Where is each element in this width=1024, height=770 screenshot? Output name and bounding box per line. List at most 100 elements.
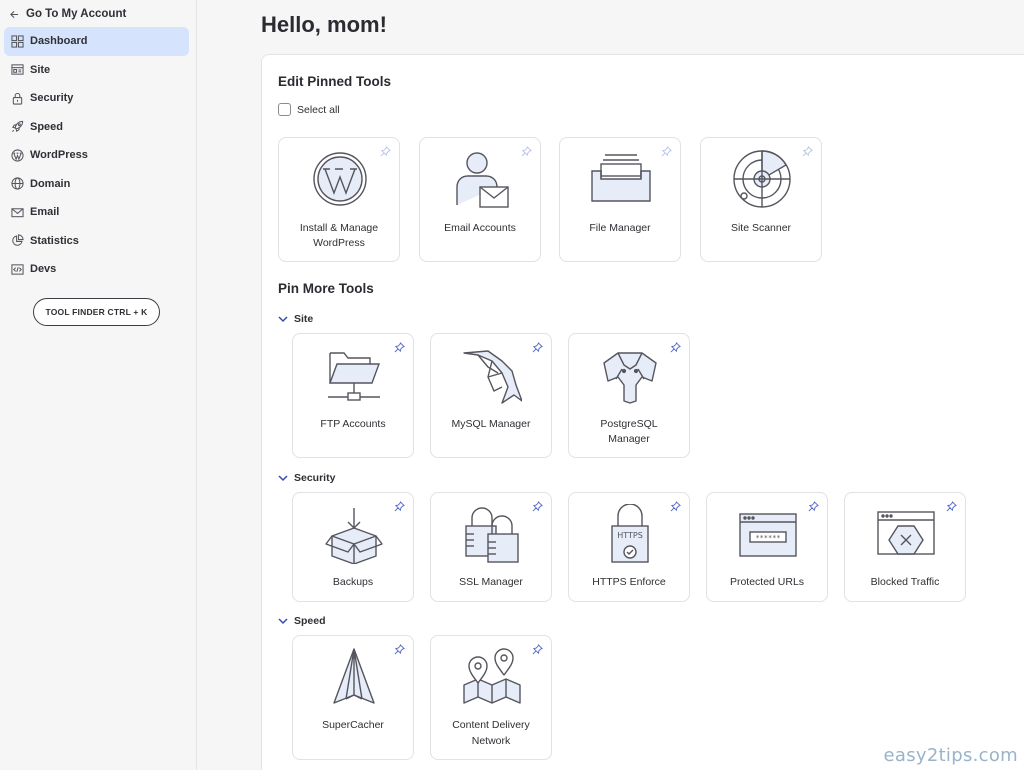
select-all-checkbox[interactable]: Select all <box>278 103 340 116</box>
blocked-window-icon <box>877 511 935 555</box>
tool-label: Network <box>471 735 511 747</box>
tool-card-https-enforce[interactable]: HTTPS HTTPS Enforce <box>568 492 690 602</box>
email-accounts-icon <box>456 152 509 208</box>
sidebar-item-site[interactable]: Site <box>4 56 189 85</box>
tool-card-site-scanner[interactable]: Site Scanner <box>700 137 822 262</box>
tool-card-ssl-manager[interactable]: SSL Manager <box>430 492 552 602</box>
pin-icon[interactable] <box>521 146 532 157</box>
go-to-account-label: Go To My Account <box>26 8 127 20</box>
rocket-icon <box>12 121 24 133</box>
pinned-tools-title: Edit Pinned Tools <box>278 74 391 89</box>
sidebar: Go To My Account Dashboard Site Security… <box>0 0 197 770</box>
padlocks-icon <box>465 507 519 563</box>
sidebar-item-label: WordPress <box>30 149 88 162</box>
chevron-down-icon <box>278 315 288 322</box>
globe-icon <box>11 177 24 190</box>
tool-label: Manager <box>608 433 650 445</box>
sidebar-item-wordpress[interactable]: WordPress <box>4 141 189 170</box>
pin-icon[interactable] <box>670 501 681 512</box>
sidebar-item-email[interactable]: Email <box>4 198 189 227</box>
tool-card-install-wordpress[interactable]: Install & Manage WordPress <box>278 137 400 262</box>
sidebar-item-devs[interactable]: Devs <box>4 255 189 284</box>
pin-more-tools-title: Pin More Tools <box>278 281 374 296</box>
checkbox[interactable] <box>278 103 291 116</box>
chevron-down-icon <box>278 617 288 624</box>
pin-icon[interactable] <box>946 501 957 512</box>
group-toggle-security[interactable]: Security <box>278 472 335 484</box>
tool-label: WordPress <box>313 237 365 249</box>
pie-chart-icon <box>12 234 24 247</box>
tool-finder-label: TOOL FINDER CTRL + K <box>45 307 148 317</box>
group-toggle-site[interactable]: Site <box>278 313 313 325</box>
envelope-icon <box>11 208 24 217</box>
sidebar-item-security[interactable]: Security <box>4 84 189 113</box>
pin-icon[interactable] <box>808 501 819 512</box>
group-toggle-speed[interactable]: Speed <box>278 615 326 627</box>
tool-card-blocked-traffic[interactable]: Blocked Traffic <box>844 492 966 602</box>
tool-card-file-manager[interactable]: File Manager <box>559 137 681 262</box>
sidebar-item-speed[interactable]: Speed <box>4 113 189 142</box>
dolphin-icon <box>463 350 522 404</box>
tool-label: Content Delivery <box>452 719 530 731</box>
tool-card-mysql-manager[interactable]: MySQL Manager <box>430 333 552 458</box>
sidebar-nav: Dashboard Site Security Speed WordPress … <box>4 27 189 284</box>
group-label: Speed <box>294 615 326 627</box>
tool-label: MySQL Manager <box>451 418 531 430</box>
page-title: Hello, mom! <box>261 12 387 37</box>
site-icon <box>11 64 24 75</box>
tool-label: FTP Accounts <box>320 418 386 430</box>
sidebar-item-dashboard[interactable]: Dashboard <box>4 27 189 56</box>
sidebar-item-statistics[interactable]: Statistics <box>4 227 189 256</box>
pin-icon[interactable] <box>394 501 405 512</box>
tool-label: File Manager <box>589 222 651 234</box>
tool-card-protected-urls[interactable]: ****** Protected URLs <box>706 492 828 602</box>
tool-card-ftp-accounts[interactable]: FTP Accounts <box>292 333 414 458</box>
tool-label: Backups <box>332 576 374 588</box>
tool-label: SSL Manager <box>459 576 523 588</box>
elephant-icon <box>603 352 657 404</box>
pin-icon[interactable] <box>661 146 672 157</box>
tool-label: HTTPS Enforce <box>592 576 666 588</box>
sidebar-item-label: Speed <box>30 120 64 133</box>
tool-card-supercacher[interactable]: SuperCacher <box>292 635 414 760</box>
tool-label: Install & Manage <box>299 222 379 234</box>
map-pins-icon <box>463 648 521 704</box>
wordpress-icon <box>313 152 367 206</box>
tool-finder-button[interactable]: TOOL FINDER CTRL + K <box>33 298 160 326</box>
group-label: Site <box>294 313 314 325</box>
go-to-account-link[interactable]: Go To My Account <box>10 6 126 22</box>
lock-icon <box>12 92 23 105</box>
wordpress-icon <box>11 149 24 162</box>
chevron-down-icon <box>278 474 288 481</box>
code-icon <box>11 264 24 275</box>
radar-icon <box>733 150 791 208</box>
dashboard-icon <box>11 35 24 48</box>
box-icon <box>325 508 383 564</box>
tool-card-email-accounts[interactable]: Email Accounts <box>419 137 541 262</box>
https-lock-icon: HTTPS <box>611 504 649 563</box>
pin-icon[interactable] <box>802 146 813 157</box>
sidebar-item-domain[interactable]: Domain <box>4 170 189 199</box>
sidebar-item-label: Site <box>30 63 51 76</box>
sidebar-item-label: Dashboard <box>30 35 88 48</box>
pin-icon[interactable] <box>394 342 405 353</box>
pin-icon[interactable] <box>532 342 543 353</box>
tool-card-content-delivery-network[interactable]: Content Delivery Network <box>430 635 552 760</box>
pin-icon[interactable] <box>532 501 543 512</box>
tool-label: Email Accounts <box>444 222 516 234</box>
group-label: Security <box>294 472 336 484</box>
pin-icon[interactable] <box>532 644 543 655</box>
pin-icon[interactable] <box>380 146 391 157</box>
select-all-label: Select all <box>297 103 340 116</box>
paper-plane-icon <box>333 648 375 704</box>
sidebar-item-label: Domain <box>30 177 71 190</box>
sidebar-item-label: Devs <box>30 263 57 276</box>
tool-card-backups[interactable]: Backups <box>292 492 414 602</box>
ftp-folder-icon <box>328 352 381 401</box>
https-badge: HTTPS <box>617 531 643 540</box>
tool-label: Site Scanner <box>730 222 792 234</box>
protected-window-icon: ****** <box>739 513 797 557</box>
pin-icon[interactable] <box>670 342 681 353</box>
tool-card-postgresql-manager[interactable]: PostgreSQL Manager <box>568 333 690 458</box>
pin-icon[interactable] <box>394 644 405 655</box>
